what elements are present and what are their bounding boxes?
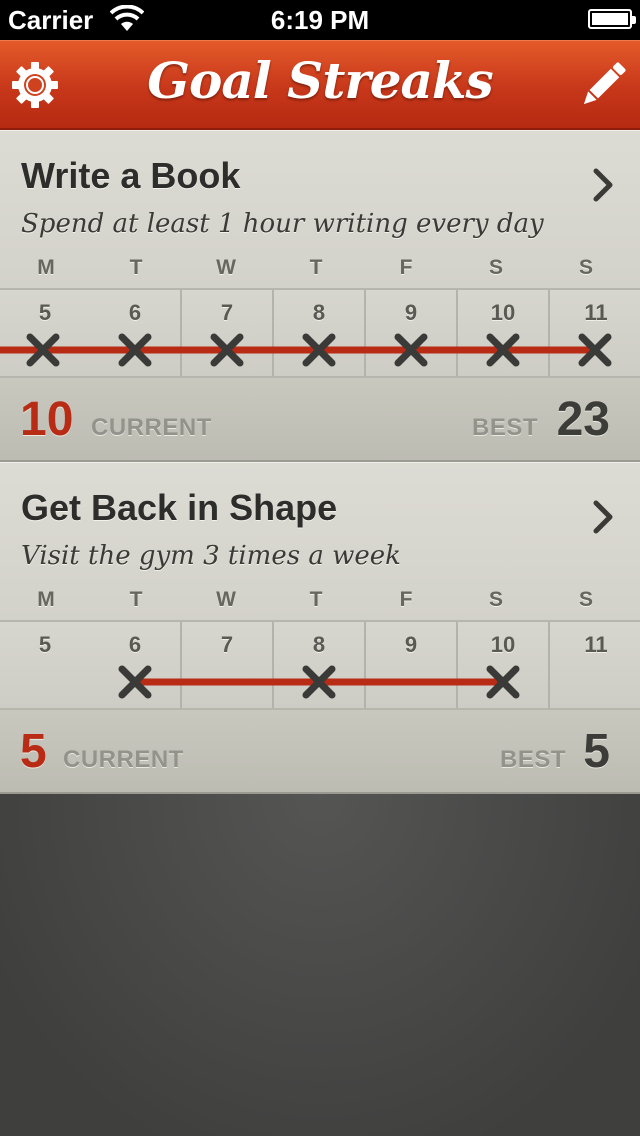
empty-background [0,794,640,1136]
weekday-label: T [129,256,143,279]
edit-button[interactable] [578,60,628,110]
day-number: 8 [312,632,326,657]
weekday-label: F [399,588,413,611]
goal-title: Get Back in Shape [21,487,338,528]
goal-description: Spend at least 1 hour writing every day [21,209,544,239]
day-number: 5 [38,300,52,325]
goal-card: Write a Book Spend at least 1 hour writi… [0,130,640,462]
weekday-label: W [216,588,236,611]
day-cell[interactable]: 10 [458,290,550,376]
goal-description: Visit the gym 3 times a week [21,541,401,571]
weekday-label: T [309,588,323,611]
weekday-label: M [37,588,55,611]
best-streak-value: 23 [556,393,610,446]
weekday-label: F [399,256,413,279]
best-streak-value: 5 [583,725,610,778]
day-number: 9 [404,632,418,657]
weekday-label: S [488,588,503,611]
current-label: CURRENT [63,746,184,773]
weekday-label: S [578,256,593,279]
current-label: CURRENT [91,414,212,441]
goal-header[interactable]: Get Back in Shape Visit the gym 3 times … [0,462,640,620]
day-cell[interactable]: 6 [90,290,182,376]
current-streak-value: 5 [20,725,47,778]
day-number: 7 [220,632,234,657]
day-number: 8 [312,300,326,325]
day-number: 7 [220,300,234,325]
day-number: 5 [38,632,52,657]
best-label: BEST [500,746,567,773]
day-cell[interactable]: 8 [274,290,366,376]
status-bar: Carrier 6:19 PM [0,0,640,40]
week-grid: 5 6 7 8 9 10 11 [0,620,640,710]
nav-bar: Goal Streaks [0,40,640,130]
day-cell[interactable]: 5 [0,290,92,376]
day-number: 10 [490,632,516,657]
day-cell[interactable]: 6 [90,622,182,708]
day-number: 11 [584,300,608,325]
day-cell[interactable]: 7 [182,622,274,708]
weekday-label: S [578,588,593,611]
day-cell[interactable]: 8 [274,622,366,708]
day-cell[interactable]: 11 [550,622,640,708]
streak-footer: 10 CURRENT BEST 23 [0,378,640,462]
weekday-label: M [37,256,55,279]
goal-card: Get Back in Shape Visit the gym 3 times … [0,462,640,794]
weekday-label: T [309,256,323,279]
weekday-label: T [129,588,143,611]
pencil-icon [583,62,626,105]
chevron-right-icon [593,500,613,534]
streak-footer: 5 CURRENT BEST 5 [0,710,640,794]
day-cell[interactable]: 9 [366,622,458,708]
weekday-label: S [488,256,503,279]
day-cell[interactable]: 7 [182,290,274,376]
goal-header[interactable]: Write a Book Spend at least 1 hour writi… [0,130,640,288]
day-number: 6 [128,300,142,325]
battery-icon [588,9,636,29]
current-streak-value: 10 [20,393,74,446]
weekday-label: W [216,256,236,279]
day-cell[interactable]: 10 [458,622,550,708]
week-grid: 5 6 7 8 9 10 11 [0,288,640,378]
day-number: 10 [490,300,516,325]
day-number: 11 [584,632,608,657]
best-label: BEST [472,414,539,441]
day-number: 9 [404,300,418,325]
day-cell[interactable]: 9 [366,290,458,376]
day-cell[interactable]: 5 [0,622,92,708]
goal-title: Write a Book [21,155,241,196]
day-cell[interactable]: 11 [550,290,640,376]
app-title: Goal Streaks [147,51,493,110]
status-time: 6:19 PM [270,5,370,35]
day-number: 6 [128,632,142,657]
chevron-right-icon [593,168,613,202]
